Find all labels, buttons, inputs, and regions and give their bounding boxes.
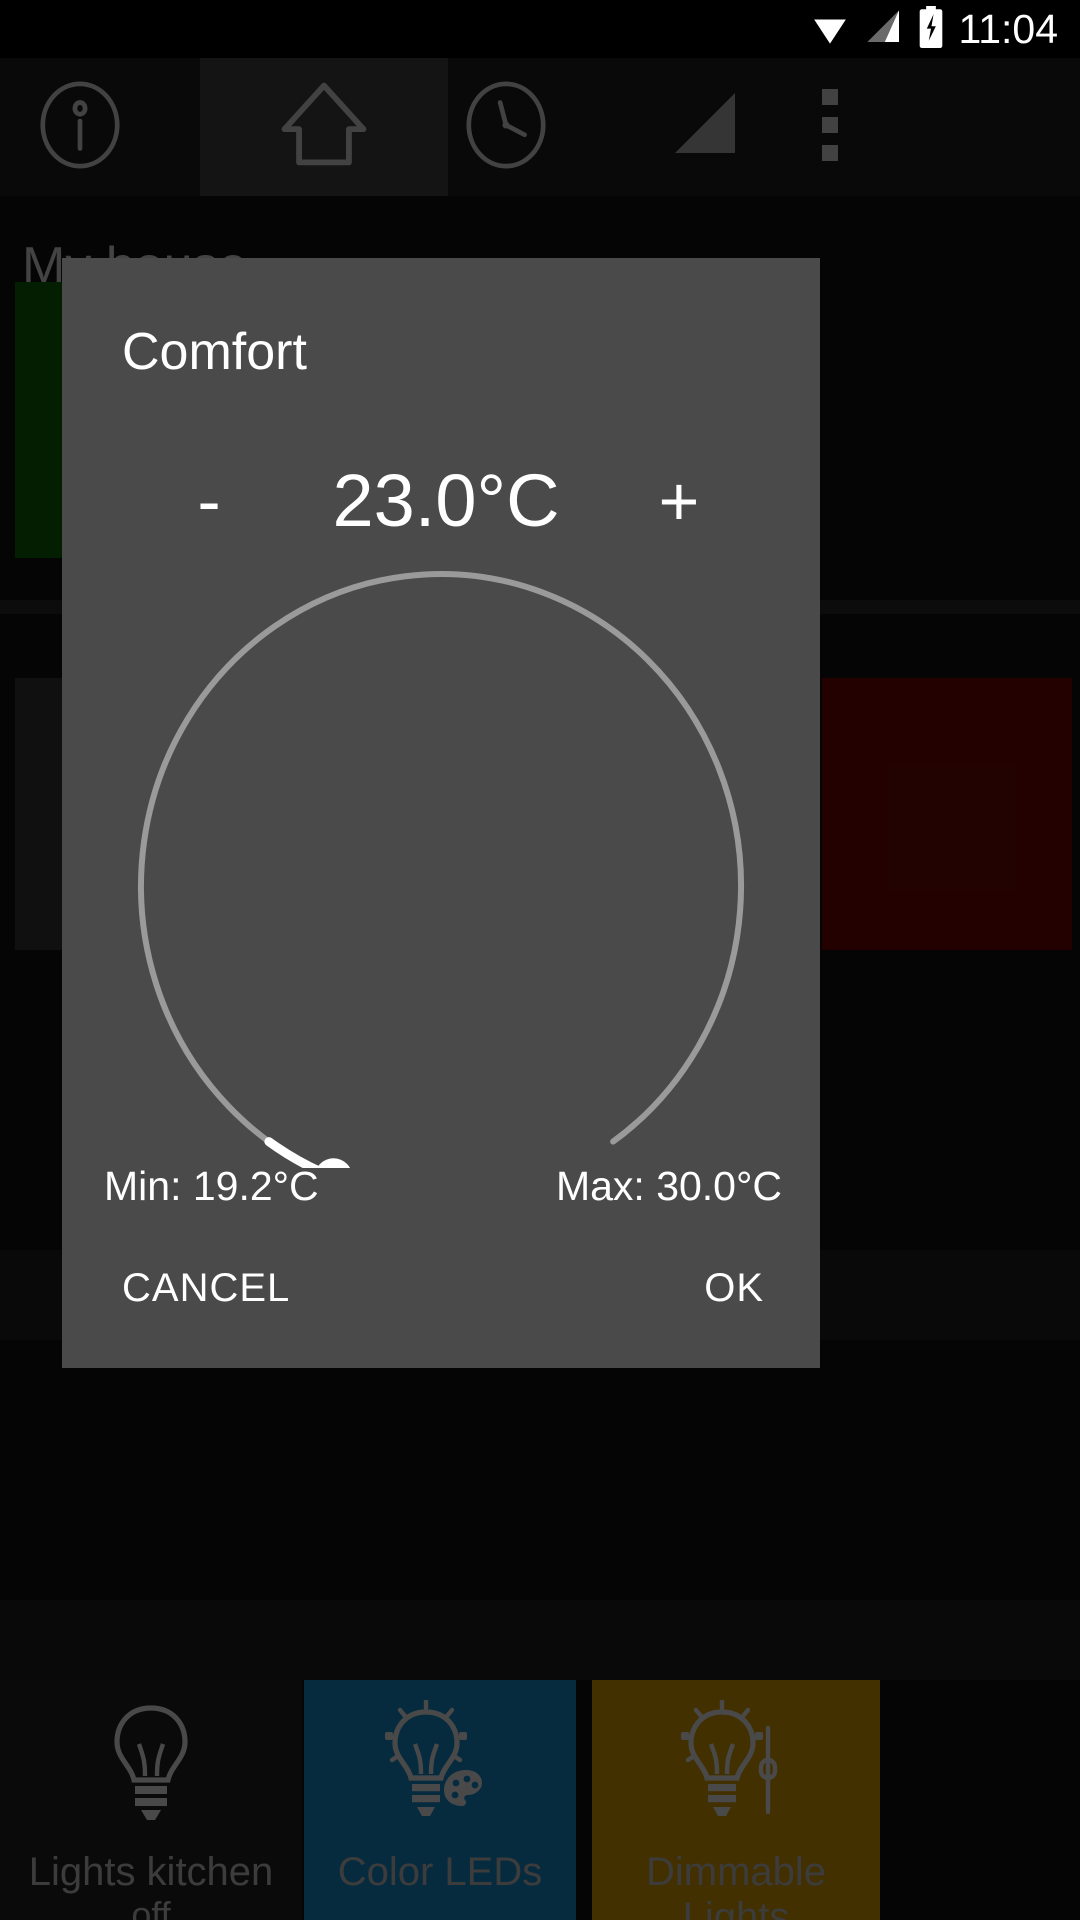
dialog-action-bar: CANCEL OK [62,1260,820,1340]
comfort-temperature-dialog: Comfort - 23.0°C + Min: 19.2°C Max: 30.0… [62,258,820,1368]
temperature-increase-button[interactable]: + [624,446,734,556]
temperature-decrease-button[interactable]: - [154,446,264,556]
dial-range-labels: Min: 19.2°C Max: 30.0°C [62,1158,820,1218]
ok-button[interactable]: OK [704,1260,764,1316]
status-bar-clock: 11:04 [958,5,1058,52]
temperature-stepper: - 23.0°C + [62,446,820,556]
cellular-signal-icon [864,7,904,52]
phone-screen: My house Lights kitchen off [0,0,1080,1920]
wifi-icon [810,7,850,52]
dialog-title: Comfort [122,323,307,381]
max-temperature-label: Max: 30.0°C [555,1163,782,1209]
cancel-button[interactable]: CANCEL [122,1260,290,1316]
status-bar: 11:04 [0,0,1080,58]
temperature-dial-slider[interactable] [62,548,820,1197]
temperature-value: 23.0°C [332,459,560,542]
min-temperature-label: Min: 19.2°C [104,1163,319,1209]
battery-charging-icon [918,5,944,53]
